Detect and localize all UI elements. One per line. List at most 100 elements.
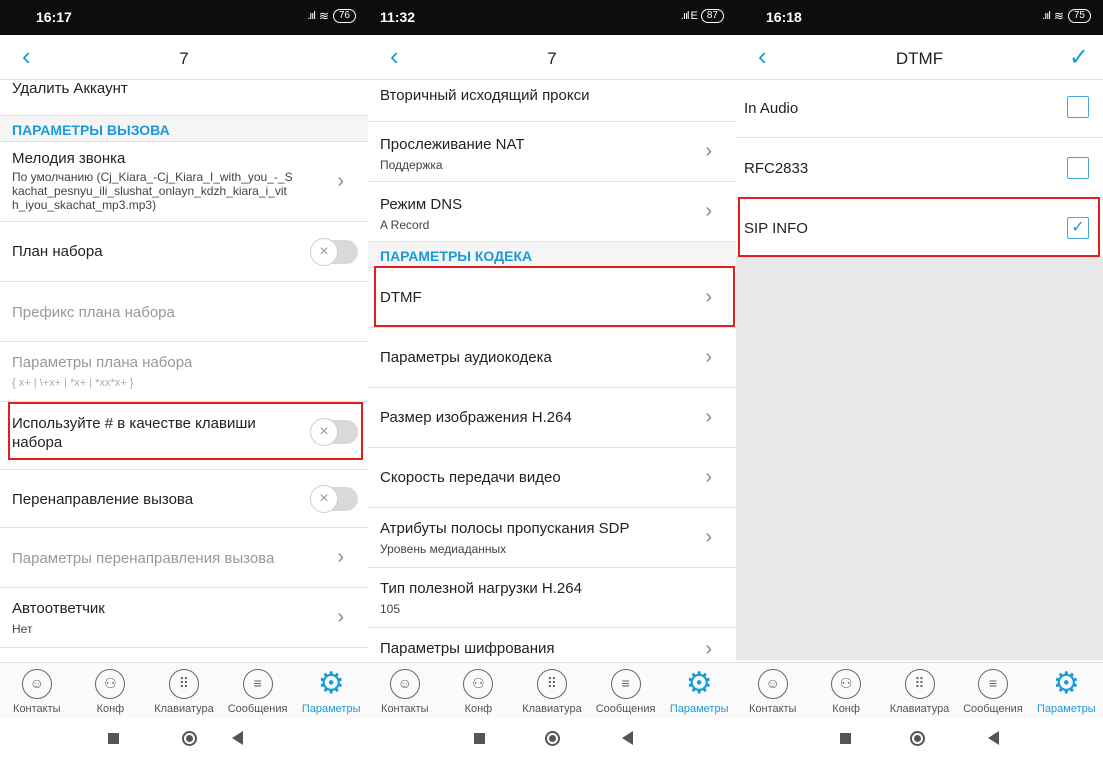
signal-icon: .ııl E	[680, 10, 698, 22]
check-icon: ✓	[1071, 219, 1085, 236]
conference-icon: ⚇	[463, 669, 494, 699]
bottom-tab-bar: ☺ Контакты ⚇ Конф ⠿ Клавиатура ≡ Сообщения ⚙…	[0, 662, 368, 718]
tab-label: Контакты	[748, 703, 797, 715]
recent-apps-icon[interactable]	[474, 733, 485, 744]
conference-icon: ⚇	[831, 669, 862, 699]
tab-conference[interactable]: ⚇ Конф	[442, 663, 516, 718]
delete-account-row[interactable]: Удалить Аккаунт	[0, 80, 368, 116]
page-title: 7	[547, 49, 557, 68]
bottom-tab-bar: ☺ Контакты ⚇ Конф ⠿ Клавиатура ≡ Сообщения ⚙…	[736, 662, 1103, 718]
row-label: Префикс плана набора	[12, 304, 175, 321]
tab-label: Параметры	[1037, 703, 1096, 715]
back-nav-icon[interactable]	[232, 731, 243, 745]
settings-list[interactable]: Вторичный исходящий прокси Прослеживание…	[368, 80, 736, 660]
home-icon[interactable]	[545, 731, 560, 746]
empty-area	[736, 258, 1103, 660]
tab-conference[interactable]: ⚇ Конф	[809, 663, 882, 718]
option-sip-info[interactable]: SIP INFO ✓	[736, 198, 1103, 258]
checkbox-rfc2833[interactable]	[1067, 157, 1089, 179]
dial-plan-toggle[interactable]: ×	[310, 238, 358, 266]
status-time: 16:17	[36, 9, 72, 25]
video-rate-row[interactable]: Скорость передачи видео ›	[368, 448, 736, 508]
encryption-row[interactable]: Параметры шифрования ›	[368, 628, 736, 660]
screen-account-settings-codec: 11:32 .ııl E 87 ‹ 7 Вторичный исходящий …	[368, 0, 736, 762]
status-bar: 11:32 .ııl E 87	[368, 0, 736, 35]
status-bar: 16:17 .ııl ≋ 76	[0, 0, 368, 35]
back-nav-icon[interactable]	[622, 731, 633, 745]
home-icon[interactable]	[910, 731, 925, 746]
option-in-audio[interactable]: In Audio	[736, 80, 1103, 138]
audio-codec-row[interactable]: Параметры аудиокодека ›	[368, 328, 736, 388]
row-label: Параметры перенаправления вызова	[12, 550, 275, 567]
chevron-right-icon: ›	[337, 170, 344, 192]
dns-row[interactable]: Режим DNS A Record ›	[368, 182, 736, 242]
row-value: Нет	[12, 622, 33, 636]
tab-messages[interactable]: ≡ Сообщения	[221, 663, 295, 718]
row-label: Удалить Аккаунт	[12, 80, 128, 97]
signal-icon: .ııl	[307, 10, 316, 22]
tab-keypad[interactable]: ⠿ Клавиатура	[147, 663, 221, 718]
confirm-check-icon[interactable]: ✓	[1069, 43, 1089, 72]
call-forward-toggle[interactable]: ×	[310, 485, 358, 513]
chevron-right-icon: ›	[705, 140, 712, 162]
message-icon: ≡	[610, 669, 641, 699]
sdp-row[interactable]: Атрибуты полосы пропускания SDP Уровень …	[368, 508, 736, 568]
row-label: Параметры аудиокодека	[380, 349, 552, 366]
nav-bar: ‹ 7	[368, 35, 736, 80]
use-hash-toggle[interactable]: ×	[310, 418, 358, 446]
nav-bar: ‹ 7	[0, 35, 368, 80]
checkbox-sip-info[interactable]: ✓	[1067, 217, 1089, 239]
dial-plan-params-row[interactable]: Параметры плана набора { x+ | \+x+ | *x+…	[0, 342, 368, 402]
close-icon: ×	[310, 238, 338, 266]
tab-settings[interactable]: ⚙ Параметры	[662, 663, 736, 718]
row-value: Поддержка	[380, 158, 443, 172]
dtmf-row[interactable]: DTMF ›	[368, 268, 736, 328]
settings-list[interactable]: Удалить Аккаунт ПАРАМЕТРЫ ВЫЗОВА Мелодия…	[0, 80, 368, 660]
signal-icon: .ııl	[1042, 10, 1051, 22]
use-hash-row[interactable]: Используйте # в качестве клавиши набора …	[0, 402, 368, 470]
cut-off-row[interactable]: ×	[0, 648, 368, 660]
tab-contacts[interactable]: ☺ Контакты	[0, 663, 74, 718]
tab-keypad[interactable]: ⠿ Клавиатура	[515, 663, 589, 718]
screen-account-settings: 16:17 .ııl ≋ 76 ‹ 7 Удалить Аккаунт ПАРА…	[0, 0, 368, 762]
tab-label: Сообщения	[963, 703, 1023, 715]
chevron-right-icon: ›	[705, 286, 712, 308]
section-title: ПАРАМЕТРЫ ВЫЗОВА	[12, 122, 170, 138]
row-value: По умолчанию (Cj_Kiara_-Cj_Kiara_I_with_…	[12, 170, 293, 212]
dtmf-options-list[interactable]: In Audio RFC2833 SIP INFO ✓	[736, 80, 1103, 660]
tab-settings[interactable]: ⚙ Параметры	[1030, 663, 1103, 718]
tab-label: Клавиатура	[154, 703, 214, 715]
dial-plan-row[interactable]: План набора ×	[0, 222, 368, 282]
recent-apps-icon[interactable]	[840, 733, 851, 744]
option-rfc2833[interactable]: RFC2833	[736, 138, 1103, 198]
tab-messages[interactable]: ≡ Сообщения	[589, 663, 663, 718]
nat-row[interactable]: Прослеживание NAT Поддержка ›	[368, 122, 736, 182]
checkbox-in-audio[interactable]	[1067, 96, 1089, 118]
chevron-right-icon: ›	[705, 638, 712, 660]
row-label: Размер изображения H.264	[380, 409, 572, 426]
tab-contacts[interactable]: ☺ Контакты	[368, 663, 442, 718]
h264-payload-row[interactable]: Тип полезной нагрузки H.264 105	[368, 568, 736, 628]
tab-label: Параметры	[301, 703, 361, 715]
home-icon[interactable]	[182, 731, 197, 746]
dial-plan-prefix-row[interactable]: Префикс плана набора	[0, 282, 368, 342]
secondary-proxy-row[interactable]: Вторичный исходящий прокси	[368, 80, 736, 122]
chevron-right-icon: ›	[705, 406, 712, 428]
recent-apps-icon[interactable]	[108, 733, 119, 744]
system-nav-bar	[736, 718, 1103, 762]
back-nav-icon[interactable]	[988, 731, 999, 745]
tab-contacts[interactable]: ☺ Контакты	[736, 663, 809, 718]
gear-icon: ⚙	[685, 667, 713, 700]
auto-answer-row[interactable]: Автоответчик Нет ›	[0, 588, 368, 648]
call-forward-row[interactable]: Перенаправление вызова ×	[0, 470, 368, 528]
person-icon: ☺	[21, 669, 52, 699]
h264-size-row[interactable]: Размер изображения H.264 ›	[368, 388, 736, 448]
call-forward-params-row[interactable]: Параметры перенаправления вызова ›	[0, 528, 368, 588]
ringtone-row[interactable]: Мелодия звонка По умолчанию (Cj_Kiara_-C…	[0, 142, 368, 222]
tab-settings[interactable]: ⚙ Параметры	[294, 663, 368, 718]
message-icon: ≡	[977, 669, 1008, 699]
tab-conference[interactable]: ⚇ Конф	[74, 663, 148, 718]
person-icon: ☺	[389, 669, 420, 699]
tab-messages[interactable]: ≡ Сообщения	[956, 663, 1029, 718]
tab-keypad[interactable]: ⠿ Клавиатура	[883, 663, 956, 718]
